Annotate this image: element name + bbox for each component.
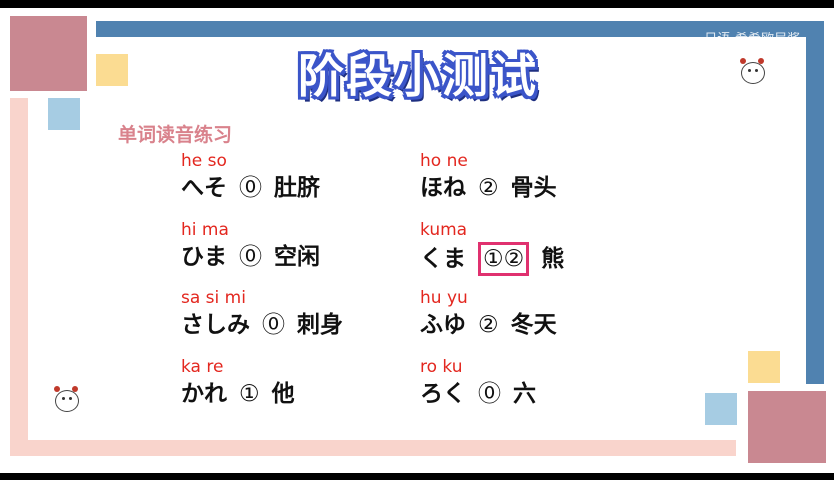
kana-text: かれ [181, 381, 227, 407]
kana-text: くま [420, 246, 466, 272]
word-entry: ka re かれ ① 他 [181, 357, 295, 409]
deco-yellow-block-top [96, 54, 128, 86]
deco-peach-bottom-bar [10, 440, 736, 456]
kana-text: へそ [181, 175, 227, 201]
deco-peach-left-bar [10, 98, 28, 443]
meaning-text: 他 [271, 381, 295, 407]
tone-mark: ② [478, 312, 499, 338]
word-entry: he so へそ ⓪ 肚脐 [181, 151, 320, 203]
tone-mark: ⓪ [239, 175, 262, 201]
kana-text: さしみ [181, 312, 250, 338]
kana-text: ほね [420, 175, 466, 201]
romaji-label: he so [181, 151, 227, 171]
tone-mark: ⓪ [478, 381, 501, 407]
meaning-text: 肚脐 [274, 175, 320, 201]
romaji-label: ho ne [420, 151, 468, 171]
mascot-icon [738, 58, 766, 84]
word-entry: ho ne ほね ② 骨头 [420, 151, 557, 203]
tone-mark-highlighted: ①② [478, 242, 530, 276]
meaning-text: 空闲 [274, 244, 320, 270]
word-entry: hi ma ひま ⓪ 空闲 [181, 220, 320, 272]
meaning-text: 骨头 [510, 175, 557, 201]
slide-frame: 日语-希希欧尼酱 bilibili 阶段小测试 单词读音练习 he so へそ⓪… [0, 8, 834, 473]
meaning-text: 熊 [541, 246, 565, 272]
deco-pink-block-top-left [10, 16, 87, 91]
romaji-label: sa si mi [181, 288, 246, 308]
deco-pink-block-bottom-right [748, 391, 826, 463]
word-entry: hu yu ふゆ ② 冬天 [420, 288, 557, 340]
page-title: 阶段小测试 [298, 49, 538, 103]
mascot-icon [52, 386, 80, 412]
deco-dark-blue-right-bar [806, 30, 824, 384]
romaji-label: ro ku [420, 357, 463, 377]
meaning-text: 六 [513, 381, 536, 407]
romaji-label: hu yu [420, 288, 468, 308]
romaji-label: hi ma [181, 220, 229, 240]
deco-blue-block-bottom [705, 393, 737, 425]
tone-mark: ⓪ [262, 312, 285, 338]
meaning-text: 刺身 [297, 312, 343, 338]
title-banner: 阶段小测试 [248, 38, 588, 108]
word-entry: sa si mi さしみ ⓪ 刺身 [181, 288, 343, 340]
deco-blue-block-left [48, 98, 80, 130]
kana-text: ひま [181, 244, 227, 270]
word-entry: ro ku ろく ⓪ 六 [420, 357, 536, 409]
tone-mark: ⓪ [239, 244, 262, 270]
word-entry: kuma くま ①② 熊 [420, 220, 564, 276]
tone-mark: ① [239, 381, 260, 407]
section-title: 单词读音练习 [118, 124, 233, 146]
meaning-text: 冬天 [510, 312, 557, 338]
deco-yellow-block-right [748, 351, 780, 383]
romaji-label: ka re [181, 357, 224, 377]
romaji-label: kuma [420, 220, 468, 240]
kana-text: ろく [420, 381, 466, 407]
tone-mark: ② [478, 175, 499, 201]
kana-text: ふゆ [420, 312, 466, 338]
